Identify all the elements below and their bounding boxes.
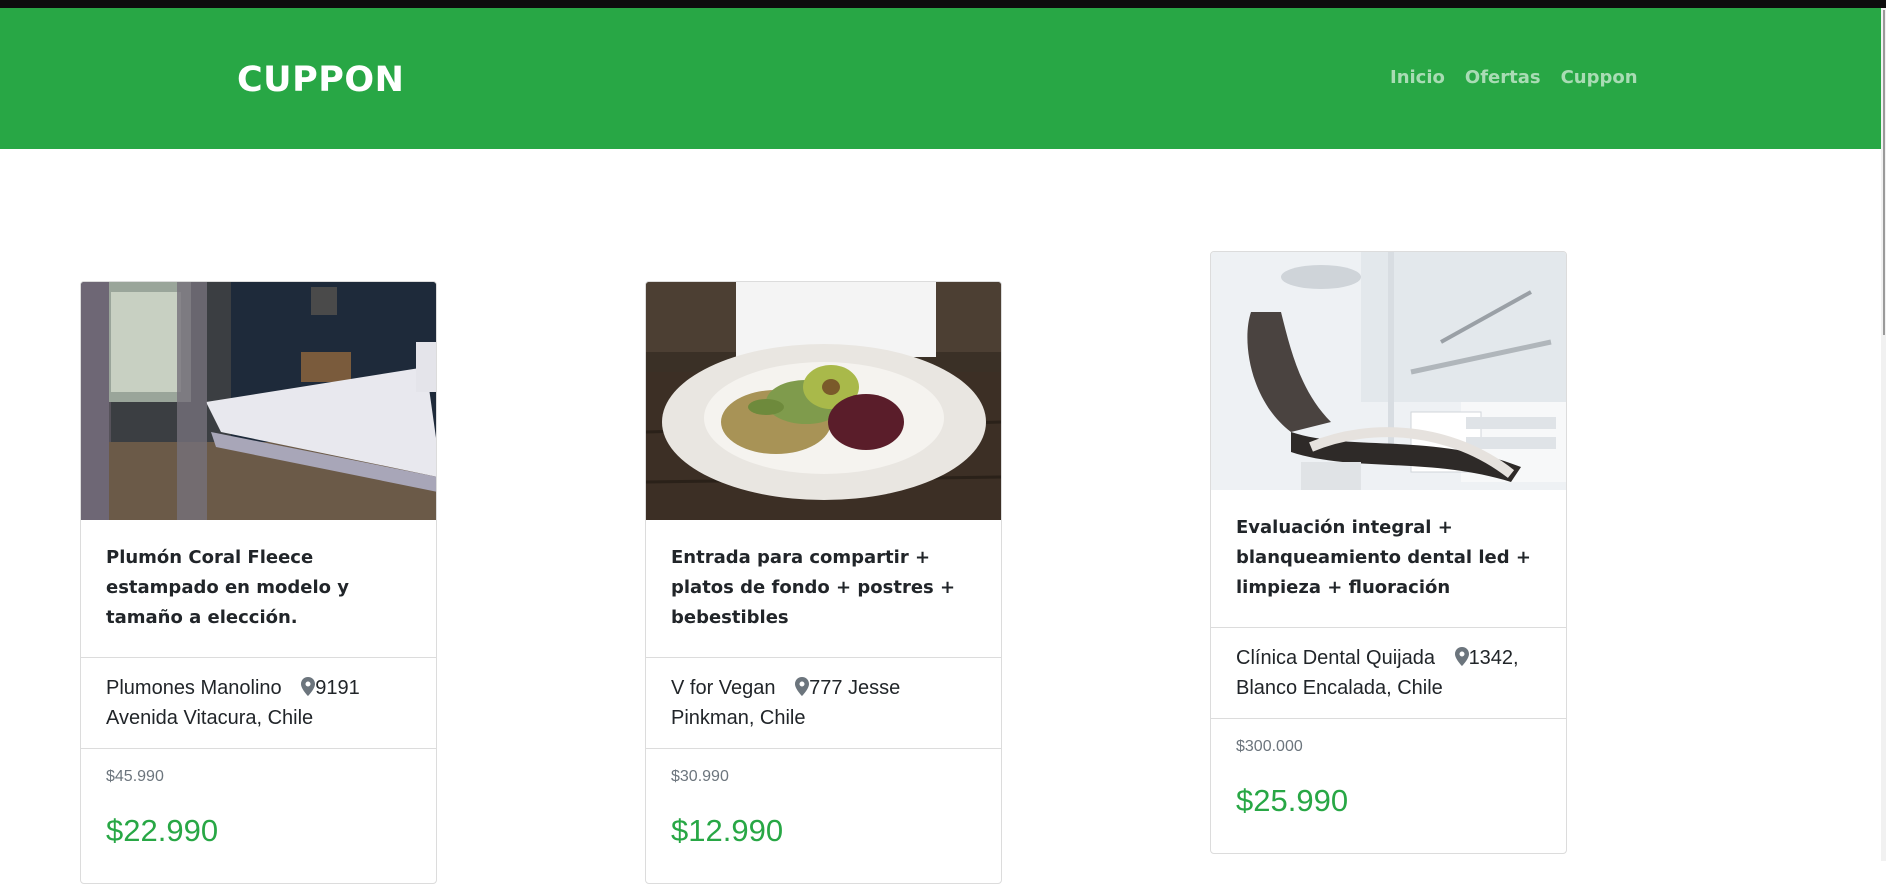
scrollbar-thumb[interactable]: [1883, 10, 1885, 335]
offer-prices: $30.990 $12.990: [646, 749, 1001, 883]
offer-image-bedroom[interactable]: [81, 282, 436, 520]
offer-card[interactable]: Entrada para compartir + platos de fondo…: [645, 281, 1002, 884]
nav-link-inicio[interactable]: Inicio: [1390, 67, 1445, 88]
offer-card[interactable]: Evaluación integral + blanqueamiento den…: [1210, 251, 1567, 854]
offer-image-dental-chair[interactable]: [1211, 252, 1566, 490]
offer-price: $12.990: [671, 813, 784, 848]
offer-title[interactable]: Evaluación integral + blanqueamiento den…: [1211, 490, 1566, 628]
brand-logo[interactable]: CUPPON: [237, 60, 404, 100]
nav-link-ofertas[interactable]: Ofertas: [1465, 67, 1541, 88]
nav-link-cuppon[interactable]: Cuppon: [1561, 67, 1638, 88]
map-pin-icon: [1454, 647, 1469, 666]
merchant-name: Clínica Dental Quijada: [1236, 647, 1435, 669]
offer-card[interactable]: Plumón Coral Fleece estampado en modelo …: [80, 281, 437, 884]
offer-location: V for Vegan 777 Jesse Pinkman, Chile: [646, 658, 1001, 749]
map-pin-icon: [795, 677, 810, 696]
offer-title[interactable]: Entrada para compartir + platos de fondo…: [646, 520, 1001, 658]
map-pin-icon: [301, 677, 316, 696]
merchant-name: Plumones Manolino: [106, 677, 282, 699]
offer-prices: $300.000 $25.990: [1211, 719, 1566, 853]
old-price: $45.990: [106, 768, 164, 785]
old-price: $30.990: [671, 768, 729, 785]
offer-prices: $45.990 $22.990: [81, 749, 436, 883]
old-price: $300.000: [1236, 738, 1303, 755]
offer-title[interactable]: Plumón Coral Fleece estampado en modelo …: [81, 520, 436, 658]
nav-links: Inicio Ofertas Cuppon: [1390, 67, 1638, 88]
offer-location: Clínica Dental Quijada 1342, Blanco Enca…: [1211, 628, 1566, 719]
offer-price: $25.990: [1236, 783, 1349, 818]
offer-price: $22.990: [106, 813, 219, 848]
navbar: CUPPON Inicio Ofertas Cuppon: [0, 8, 1881, 149]
top-strip: [0, 0, 1886, 8]
offer-location: Plumones Manolino 9191 Avenida Vitacura,…: [81, 658, 436, 749]
merchant-name: V for Vegan: [671, 677, 776, 699]
offer-image-vegan-plate[interactable]: [646, 282, 1001, 520]
